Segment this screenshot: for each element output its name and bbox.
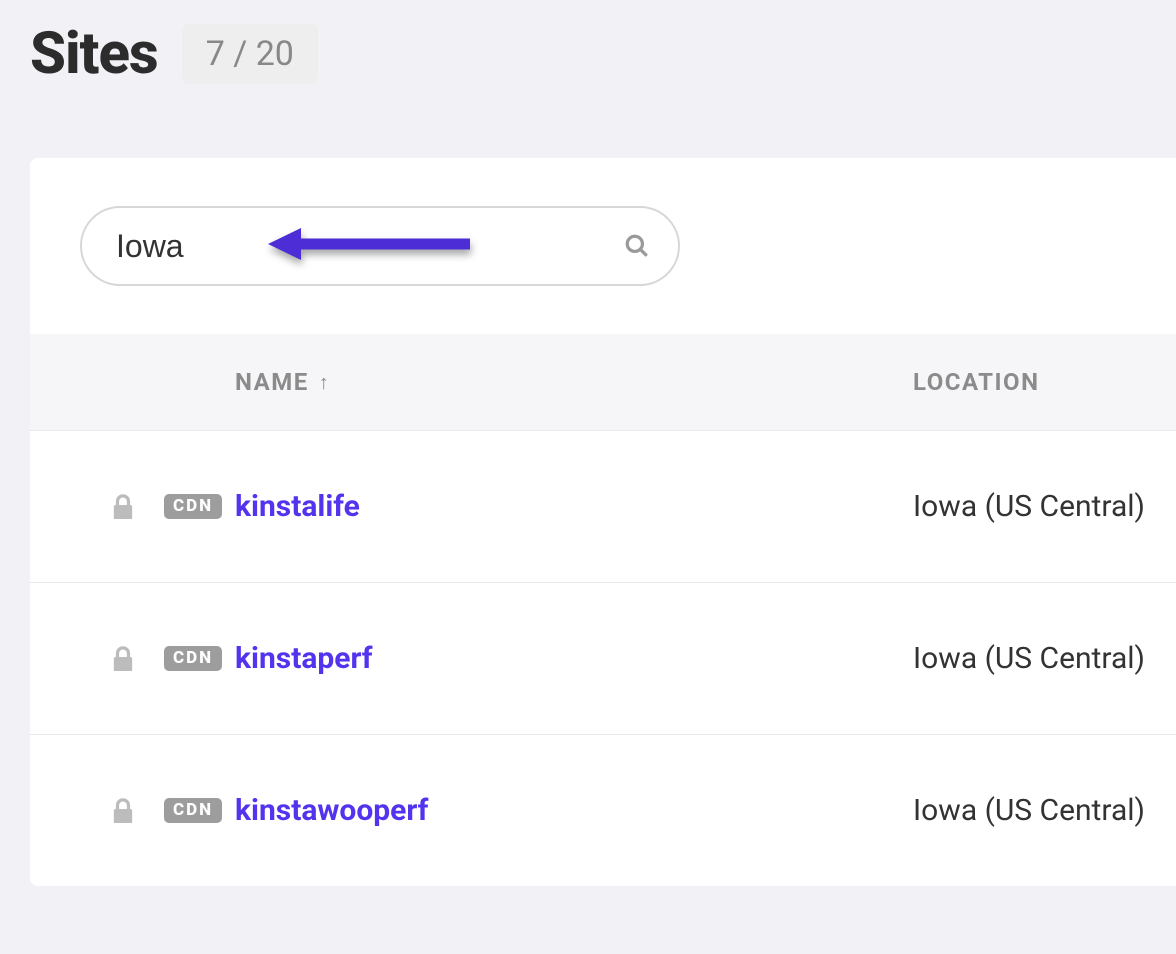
search-area: [30, 158, 1176, 334]
row-icons: CDN: [112, 494, 235, 520]
site-name-link[interactable]: kinstaperf: [235, 641, 913, 676]
cdn-badge: CDN: [164, 494, 222, 519]
lock-icon: [112, 798, 134, 824]
sites-count-badge: 7 / 20: [182, 24, 318, 84]
sites-card: NAME ↑ LOCATION CDN kinstalife Iowa (US …: [30, 158, 1176, 886]
search-icon: [624, 233, 650, 259]
column-header-name-label: NAME: [235, 368, 309, 396]
lock-icon: [112, 494, 134, 520]
table-row[interactable]: CDN kinstalife Iowa (US Central): [30, 430, 1176, 582]
column-header-location[interactable]: LOCATION: [913, 368, 1040, 396]
column-header-location-label: LOCATION: [913, 368, 1040, 396]
table-row[interactable]: CDN kinstawooperf Iowa (US Central): [30, 734, 1176, 886]
page-title: Sites: [30, 20, 158, 88]
cdn-badge: CDN: [164, 646, 222, 671]
search-field[interactable]: [80, 206, 680, 286]
site-name-link[interactable]: kinstawooperf: [235, 793, 913, 828]
page-header: Sites 7 / 20: [0, 0, 1176, 98]
lock-icon: [112, 646, 134, 672]
table-row[interactable]: CDN kinstaperf Iowa (US Central): [30, 582, 1176, 734]
site-location: Iowa (US Central): [913, 793, 1145, 828]
cdn-badge: CDN: [164, 798, 222, 823]
row-icons: CDN: [112, 646, 235, 672]
search-input[interactable]: [116, 228, 618, 265]
sort-ascending-icon: ↑: [319, 372, 331, 392]
site-location: Iowa (US Central): [913, 641, 1145, 676]
column-header-name[interactable]: NAME ↑: [235, 368, 913, 396]
site-location: Iowa (US Central): [913, 489, 1145, 524]
row-icons: CDN: [112, 798, 235, 824]
table-header: NAME ↑ LOCATION: [30, 334, 1176, 430]
site-name-link[interactable]: kinstalife: [235, 489, 913, 524]
